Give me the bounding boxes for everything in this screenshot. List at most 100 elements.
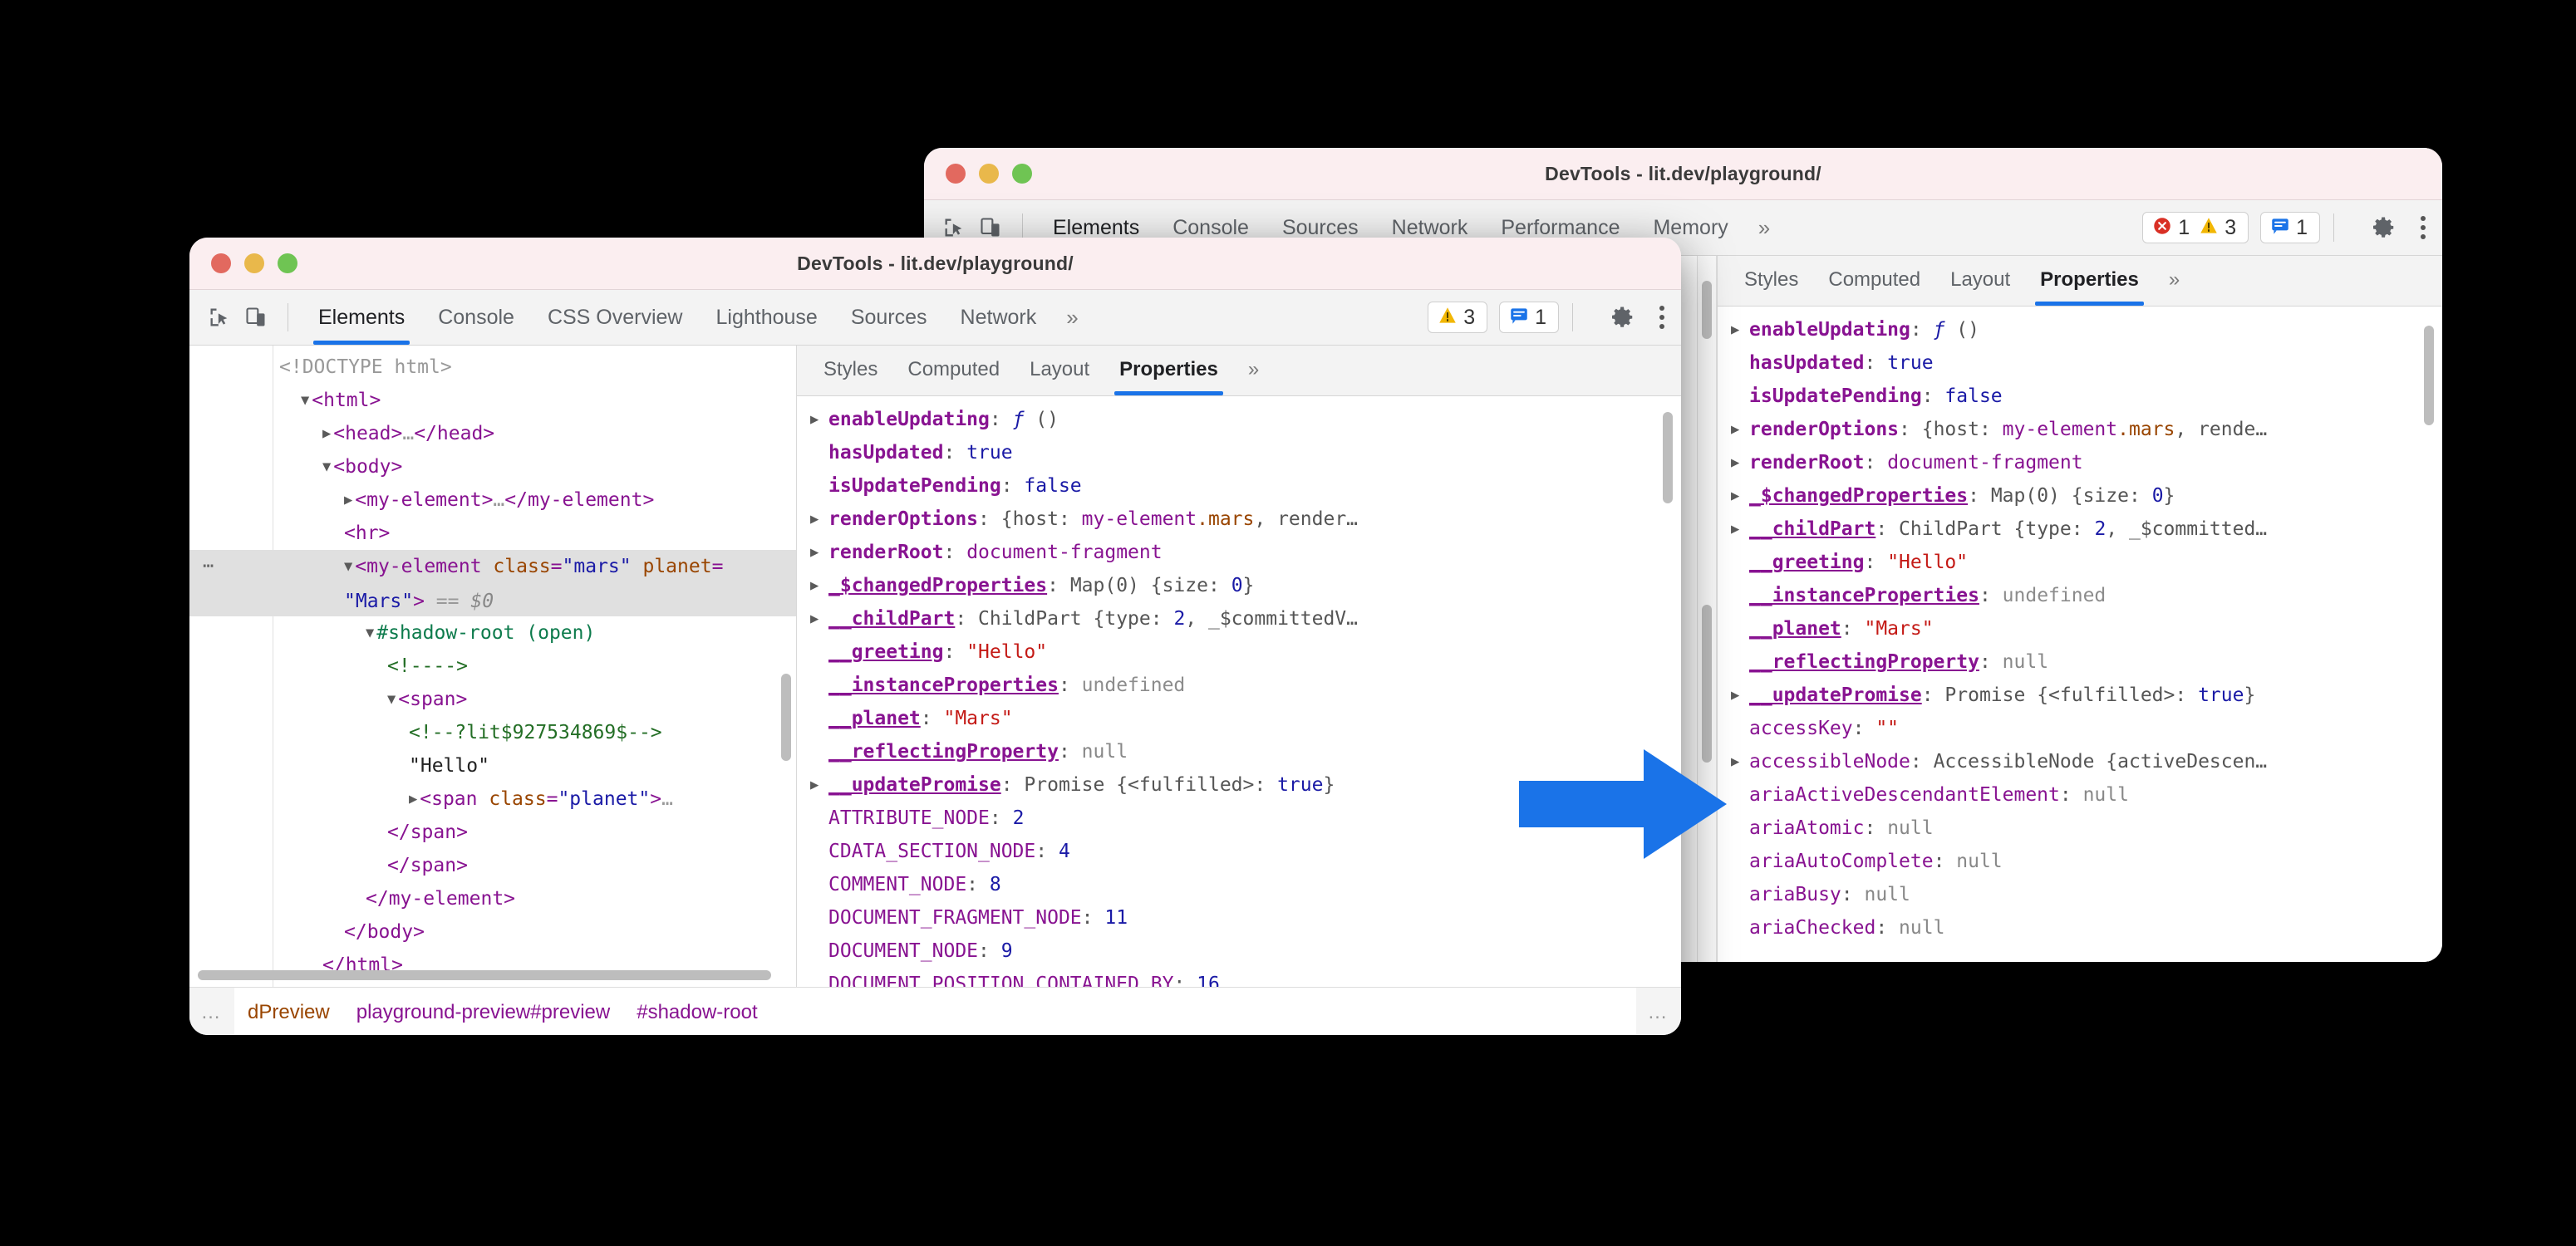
back-property-row[interactable]: ariaBusy: null: [1728, 878, 2442, 911]
expand-arrow-icon[interactable]: ▶: [1731, 679, 1739, 712]
front-property-row[interactable]: ▶ renderRoot: document-fragment: [807, 536, 1681, 569]
front-property-row[interactable]: __greeting: "Hello": [807, 635, 1681, 669]
front-tab-lighthouse[interactable]: Lighthouse: [700, 290, 834, 345]
front-property-row[interactable]: __instanceProperties: undefined: [807, 669, 1681, 702]
dom-vertical-scrollbar[interactable]: [781, 674, 791, 761]
front-tab-console[interactable]: Console: [421, 290, 531, 345]
front-warning-badge[interactable]: 3: [1428, 302, 1488, 333]
back-subtab-properties[interactable]: Properties: [2025, 256, 2154, 306]
dom-tree[interactable]: <!DOCTYPE html> ▼ <html> ▶ <head>…</head> ▼ <b…: [189, 346, 796, 982]
back-subtab-computed[interactable]: Computed: [1813, 256, 1935, 306]
expand-arrow-icon[interactable]: ▶: [810, 536, 819, 569]
front-tab-network[interactable]: Network: [944, 290, 1054, 345]
zoom-button[interactable]: [278, 253, 297, 273]
back-traffic-lights[interactable]: [924, 164, 1032, 184]
expand-arrow-icon[interactable]: ▶: [810, 768, 819, 802]
inspect-icon[interactable]: [201, 299, 238, 336]
back-property-row[interactable]: ▶ enableUpdating: ƒ (): [1728, 313, 2442, 346]
breadcrumb[interactable]: … dPreview playground-preview#preview #sha…: [189, 987, 1681, 1035]
front-subtab-computed[interactable]: Computed: [892, 346, 1015, 395]
back-property-row[interactable]: ▶ renderOptions: {host: my-element.mars, …: [1728, 413, 2442, 446]
dom-tree-row[interactable]: ▼ #shadow-root (open): [189, 616, 796, 650]
back-property-row[interactable]: hasUpdated: true: [1728, 346, 2442, 380]
dom-tree-row[interactable]: ▶ <my-element>…</my-element>: [189, 483, 796, 517]
front-property-row[interactable]: ▶ enableUpdating: ƒ (): [807, 403, 1681, 436]
back-more-tabs-icon[interactable]: »: [1745, 215, 1783, 241]
back-subtab-more-icon[interactable]: »: [2154, 256, 2195, 306]
front-property-row[interactable]: ▶ __childPart: ChildPart {type: 2, _$comm…: [807, 602, 1681, 635]
expand-arrow-icon[interactable]: ▶: [810, 569, 819, 602]
front-tab-sources[interactable]: Sources: [834, 290, 944, 345]
front-dom-pane[interactable]: <!DOCTYPE html> ▼ <html> ▶ <head>…</head> ▼ <b…: [189, 346, 796, 987]
back-sidebar-tabs[interactable]: Styles Computed Layout Properties»: [1718, 256, 2442, 307]
minimize-button[interactable]: [979, 164, 999, 184]
front-panel-tabs[interactable]: Elements Console CSS Overview Lighthouse Sou…: [302, 290, 1053, 345]
front-tabbar[interactable]: Elements Console CSS Overview Lighthouse Sou…: [189, 290, 1681, 346]
expand-arrow-icon[interactable]: ▶: [1731, 446, 1739, 479]
close-button[interactable]: [946, 164, 966, 184]
back-sidebar-pane[interactable]: Styles Computed Layout Properties» ▶ enableU…: [1718, 256, 2442, 962]
dom-tree-row[interactable]: <!DOCTYPE html>: [189, 351, 796, 384]
front-tab-elements[interactable]: Elements: [302, 290, 421, 345]
expand-arrow-icon[interactable]: ▶: [1731, 745, 1739, 778]
breadcrumb-item[interactable]: #shadow-root: [623, 1001, 770, 1024]
dom-tree-row[interactable]: <hr>: [189, 517, 796, 550]
dom-tree-row[interactable]: </my-element>: [189, 882, 796, 915]
back-property-row[interactable]: isUpdatePending: false: [1728, 380, 2442, 413]
dom-tree-row[interactable]: ▼ <span>: [189, 683, 796, 716]
devtools-window-front-frame[interactable]: DevTools - lit.dev/playground/ Elements C…: [189, 238, 1681, 1035]
back-property-row[interactable]: ▶ __updatePromise: Promise {<fulfilled>: …: [1728, 679, 2442, 712]
front-subtab-properties[interactable]: Properties: [1104, 346, 1233, 395]
dom-tree-row[interactable]: ▶ <span class="planet">…: [189, 782, 796, 816]
front-property-row[interactable]: DOCUMENT_POSITION_CONTAINED_BY: 16: [807, 968, 1681, 987]
dom-tree-row[interactable]: </body>: [189, 915, 796, 949]
back-properties-list[interactable]: ▶ enableUpdating: ƒ () hasUpdated: true isU…: [1718, 307, 2442, 962]
back-property-row[interactable]: accessKey: "": [1728, 712, 2442, 745]
dom-tree-row[interactable]: ▼ <html>: [189, 384, 796, 417]
back-property-row[interactable]: __reflectingProperty: null: [1728, 645, 2442, 679]
front-property-row[interactable]: ▶ _$changedProperties: Map(0) {size: 0}: [807, 569, 1681, 602]
back-subtab-layout[interactable]: Layout: [1935, 256, 2025, 306]
expand-arrow-icon[interactable]: ▶: [1731, 513, 1739, 546]
breadcrumb-item[interactable]: playground-preview#preview: [343, 1001, 624, 1024]
dom-tree-row[interactable]: "Hello": [189, 749, 796, 782]
front-property-row[interactable]: isUpdatePending: false: [807, 469, 1681, 503]
kebab-menu-icon[interactable]: [2421, 216, 2426, 239]
front-subtab-layout[interactable]: Layout: [1015, 346, 1104, 395]
front-more-tabs-icon[interactable]: »: [1053, 305, 1091, 331]
front-property-row[interactable]: DOCUMENT_FRAGMENT_NODE: 11: [807, 901, 1681, 934]
back-property-row[interactable]: ariaChecked: null: [1728, 911, 2442, 944]
dom-tree-row[interactable]: <!--?lit$927534869$-->: [189, 716, 796, 749]
back-property-row[interactable]: ariaActiveDescendantElement: null: [1728, 778, 2442, 812]
expand-arrow-icon[interactable]: ▶: [1731, 413, 1739, 446]
dom-tree-row[interactable]: </span>: [189, 816, 796, 849]
back-issue-badges[interactable]: 1 3: [2142, 212, 2249, 243]
expand-arrow-icon[interactable]: ▶: [810, 602, 819, 635]
kebab-menu-icon[interactable]: [1659, 306, 1664, 329]
front-property-row[interactable]: hasUpdated: true: [807, 436, 1681, 469]
front-subtab-more-icon[interactable]: »: [1233, 346, 1274, 395]
breadcrumb-items[interactable]: dPreview playground-preview#preview #shado…: [234, 1001, 1636, 1024]
front-properties-scrollbar[interactable]: [1663, 412, 1673, 503]
front-sidebar-pane[interactable]: Styles Computed Layout Properties» ▶ enableU…: [797, 346, 1681, 987]
expand-arrow-icon[interactable]: ▶: [810, 403, 819, 436]
back-property-row[interactable]: ▶ accessibleNode: AccessibleNode {activeD…: [1728, 745, 2442, 778]
back-property-row[interactable]: ▶ __childPart: ChildPart {type: 2, _$comm…: [1728, 513, 2442, 546]
back-property-row[interactable]: ariaAtomic: null: [1728, 812, 2442, 845]
dom-tree-row[interactable]: <!---->: [189, 650, 796, 683]
front-tab-css-overview[interactable]: CSS Overview: [531, 290, 700, 345]
zoom-button[interactable]: [1012, 164, 1032, 184]
dom-tree-row-selected[interactable]: ⋯ ▼ <my-element class="mars" planet= "Mars"…: [189, 550, 796, 616]
gear-icon[interactable]: [2366, 209, 2402, 246]
breadcrumb-right-dots[interactable]: …: [1636, 988, 1681, 1035]
back-property-row[interactable]: __planet: "Mars": [1728, 612, 2442, 645]
breadcrumb-left-dots[interactable]: …: [189, 988, 234, 1035]
minimize-button[interactable]: [244, 253, 264, 273]
row-menu-dots-icon[interactable]: ⋯: [203, 550, 216, 583]
front-sidebar-tabs[interactable]: Styles Computed Layout Properties»: [797, 346, 1681, 396]
back-property-row[interactable]: ariaAutoComplete: null: [1728, 845, 2442, 878]
close-button[interactable]: [211, 253, 231, 273]
front-property-row[interactable]: ▶ renderOptions: {host: my-element.mars, …: [807, 503, 1681, 536]
breadcrumb-item[interactable]: dPreview: [234, 1001, 343, 1024]
gear-icon[interactable]: [1605, 299, 1641, 336]
